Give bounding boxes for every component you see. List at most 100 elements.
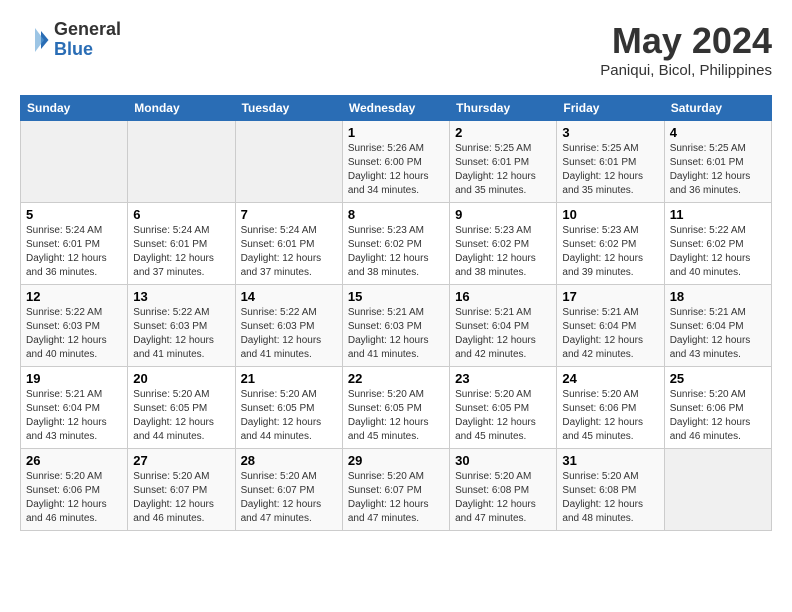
calendar-cell: 17Sunrise: 5:21 AM Sunset: 6:04 PM Dayli…	[557, 285, 664, 367]
day-number: 29	[348, 453, 444, 468]
calendar-cell: 23 Sunrise: 5:20 AM Sunset: 6:05 PM Dayli…	[450, 367, 557, 449]
day-number: 22	[348, 371, 444, 386]
day-number: 2	[455, 125, 551, 140]
calendar-header-day: Tuesday	[235, 96, 342, 121]
day-info: Sunrise: 5:20 AM Sunset: 6:05 PM Dayligh…	[241, 388, 337, 444]
calendar-header-day: Thursday	[450, 96, 557, 121]
day-number: 20	[133, 371, 229, 386]
day-info: Sunrise: 5:20 AM Sunset: 6:05 PM Dayligh…	[455, 388, 551, 444]
calendar-cell: 16Sunrise: 5:21 AM Sunset: 6:04 PM Dayli…	[450, 285, 557, 367]
day-number: 11	[670, 207, 766, 222]
day-number: 7	[241, 207, 337, 222]
day-number: 5	[26, 207, 122, 222]
calendar-header-day: Monday	[128, 96, 235, 121]
day-info: Sunrise: 5:25 AM Sunset: 6:01 PM Dayligh…	[455, 142, 551, 198]
day-info: Sunrise: 5:22 AM Sunset: 6:02 PM Dayligh…	[670, 224, 766, 280]
day-number: 12	[26, 289, 122, 304]
day-number: 8	[348, 207, 444, 222]
day-number: 31	[562, 453, 658, 468]
calendar-header-day: Sunday	[21, 96, 128, 121]
calendar-cell: 29 Sunrise: 5:20 AM Sunset: 6:07 PM Dayli…	[342, 449, 449, 531]
logo-icon	[20, 25, 50, 55]
calendar-week-row: 5 Sunrise: 5:24 AM Sunset: 6:01 PM Daylig…	[21, 203, 772, 285]
month-title: May 2024	[600, 20, 772, 62]
day-info: Sunrise: 5:22 AM Sunset: 6:03 PM Dayligh…	[133, 306, 229, 362]
calendar-cell	[235, 121, 342, 203]
calendar-cell: 5 Sunrise: 5:24 AM Sunset: 6:01 PM Daylig…	[21, 203, 128, 285]
calendar-cell: 6 Sunrise: 5:24 AM Sunset: 6:01 PM Daylig…	[128, 203, 235, 285]
calendar-cell: 30Sunrise: 5:20 AM Sunset: 6:08 PM Dayli…	[450, 449, 557, 531]
day-info: Sunrise: 5:26 AM Sunset: 6:00 PM Dayligh…	[348, 142, 444, 198]
day-info: Sunrise: 5:23 AM Sunset: 6:02 PM Dayligh…	[455, 224, 551, 280]
calendar-cell: 25Sunrise: 5:20 AM Sunset: 6:06 PM Dayli…	[664, 367, 771, 449]
day-info: Sunrise: 5:23 AM Sunset: 6:02 PM Dayligh…	[562, 224, 658, 280]
calendar-cell	[128, 121, 235, 203]
calendar-cell: 12Sunrise: 5:22 AM Sunset: 6:03 PM Dayli…	[21, 285, 128, 367]
calendar-week-row: 1 Sunrise: 5:26 AM Sunset: 6:00 PM Daylig…	[21, 121, 772, 203]
calendar-cell	[21, 121, 128, 203]
calendar-cell: 27Sunrise: 5:20 AM Sunset: 6:07 PM Dayli…	[128, 449, 235, 531]
day-info: Sunrise: 5:21 AM Sunset: 6:04 PM Dayligh…	[455, 306, 551, 362]
day-number: 14	[241, 289, 337, 304]
calendar-cell: 24 Sunrise: 5:20 AM Sunset: 6:06 PM Dayli…	[557, 367, 664, 449]
day-number: 13	[133, 289, 229, 304]
calendar-cell: 9 Sunrise: 5:23 AM Sunset: 6:02 PM Daylig…	[450, 203, 557, 285]
day-info: Sunrise: 5:22 AM Sunset: 6:03 PM Dayligh…	[241, 306, 337, 362]
calendar-cell: 22 Sunrise: 5:20 AM Sunset: 6:05 PM Dayli…	[342, 367, 449, 449]
day-info: Sunrise: 5:21 AM Sunset: 6:04 PM Dayligh…	[670, 306, 766, 362]
day-number: 23	[455, 371, 551, 386]
calendar-week-row: 26 Sunrise: 5:20 AM Sunset: 6:06 PM Dayli…	[21, 449, 772, 531]
day-number: 30	[455, 453, 551, 468]
calendar-table: SundayMondayTuesdayWednesdayThursdayFrid…	[20, 95, 772, 531]
calendar-header-day: Saturday	[664, 96, 771, 121]
calendar-cell: 11 Sunrise: 5:22 AM Sunset: 6:02 PM Dayli…	[664, 203, 771, 285]
day-info: Sunrise: 5:23 AM Sunset: 6:02 PM Dayligh…	[348, 224, 444, 280]
calendar-cell: 15 Sunrise: 5:21 AM Sunset: 6:03 PM Dayli…	[342, 285, 449, 367]
day-info: Sunrise: 5:20 AM Sunset: 6:06 PM Dayligh…	[670, 388, 766, 444]
calendar-cell	[664, 449, 771, 531]
day-info: Sunrise: 5:20 AM Sunset: 6:07 PM Dayligh…	[348, 470, 444, 526]
calendar-cell: 14 Sunrise: 5:22 AM Sunset: 6:03 PM Dayli…	[235, 285, 342, 367]
calendar-cell: 19 Sunrise: 5:21 AM Sunset: 6:04 PM Dayli…	[21, 367, 128, 449]
day-info: Sunrise: 5:20 AM Sunset: 6:05 PM Dayligh…	[348, 388, 444, 444]
calendar-cell: 8 Sunrise: 5:23 AM Sunset: 6:02 PM Daylig…	[342, 203, 449, 285]
calendar-cell: 13 Sunrise: 5:22 AM Sunset: 6:03 PM Dayli…	[128, 285, 235, 367]
day-number: 19	[26, 371, 122, 386]
day-number: 18	[670, 289, 766, 304]
day-info: Sunrise: 5:21 AM Sunset: 6:04 PM Dayligh…	[26, 388, 122, 444]
day-number: 21	[241, 371, 337, 386]
logo-blue: Blue	[54, 40, 121, 60]
calendar-cell: 3Sunrise: 5:25 AM Sunset: 6:01 PM Daylig…	[557, 121, 664, 203]
day-number: 15	[348, 289, 444, 304]
day-info: Sunrise: 5:20 AM Sunset: 6:08 PM Dayligh…	[562, 470, 658, 526]
calendar-cell: 2 Sunrise: 5:25 AM Sunset: 6:01 PM Daylig…	[450, 121, 557, 203]
calendar-cell: 20 Sunrise: 5:20 AM Sunset: 6:05 PM Dayli…	[128, 367, 235, 449]
day-info: Sunrise: 5:24 AM Sunset: 6:01 PM Dayligh…	[26, 224, 122, 280]
day-info: Sunrise: 5:20 AM Sunset: 6:06 PM Dayligh…	[562, 388, 658, 444]
day-number: 28	[241, 453, 337, 468]
day-number: 6	[133, 207, 229, 222]
calendar-cell: 26 Sunrise: 5:20 AM Sunset: 6:06 PM Dayli…	[21, 449, 128, 531]
calendar-cell: 10Sunrise: 5:23 AM Sunset: 6:02 PM Dayli…	[557, 203, 664, 285]
logo-general: General	[54, 20, 121, 40]
calendar-header-row: SundayMondayTuesdayWednesdayThursdayFrid…	[21, 96, 772, 121]
day-info: Sunrise: 5:20 AM Sunset: 6:07 PM Dayligh…	[241, 470, 337, 526]
calendar-cell: 21 Sunrise: 5:20 AM Sunset: 6:05 PM Dayli…	[235, 367, 342, 449]
calendar-cell: 31 Sunrise: 5:20 AM Sunset: 6:08 PM Dayli…	[557, 449, 664, 531]
logo: General Blue	[20, 20, 121, 60]
day-number: 1	[348, 125, 444, 140]
calendar-cell: 18 Sunrise: 5:21 AM Sunset: 6:04 PM Dayli…	[664, 285, 771, 367]
calendar-cell: 7Sunrise: 5:24 AM Sunset: 6:01 PM Daylig…	[235, 203, 342, 285]
day-info: Sunrise: 5:20 AM Sunset: 6:05 PM Dayligh…	[133, 388, 229, 444]
day-info: Sunrise: 5:24 AM Sunset: 6:01 PM Dayligh…	[133, 224, 229, 280]
day-info: Sunrise: 5:20 AM Sunset: 6:06 PM Dayligh…	[26, 470, 122, 526]
day-info: Sunrise: 5:25 AM Sunset: 6:01 PM Dayligh…	[562, 142, 658, 198]
calendar-cell: 4Sunrise: 5:25 AM Sunset: 6:01 PM Daylig…	[664, 121, 771, 203]
day-number: 9	[455, 207, 551, 222]
day-number: 24	[562, 371, 658, 386]
title-block: May 2024 Paniqui, Bicol, Philippines	[600, 20, 772, 79]
calendar-header-day: Friday	[557, 96, 664, 121]
day-info: Sunrise: 5:25 AM Sunset: 6:01 PM Dayligh…	[670, 142, 766, 198]
day-number: 26	[26, 453, 122, 468]
day-info: Sunrise: 5:21 AM Sunset: 6:03 PM Dayligh…	[348, 306, 444, 362]
